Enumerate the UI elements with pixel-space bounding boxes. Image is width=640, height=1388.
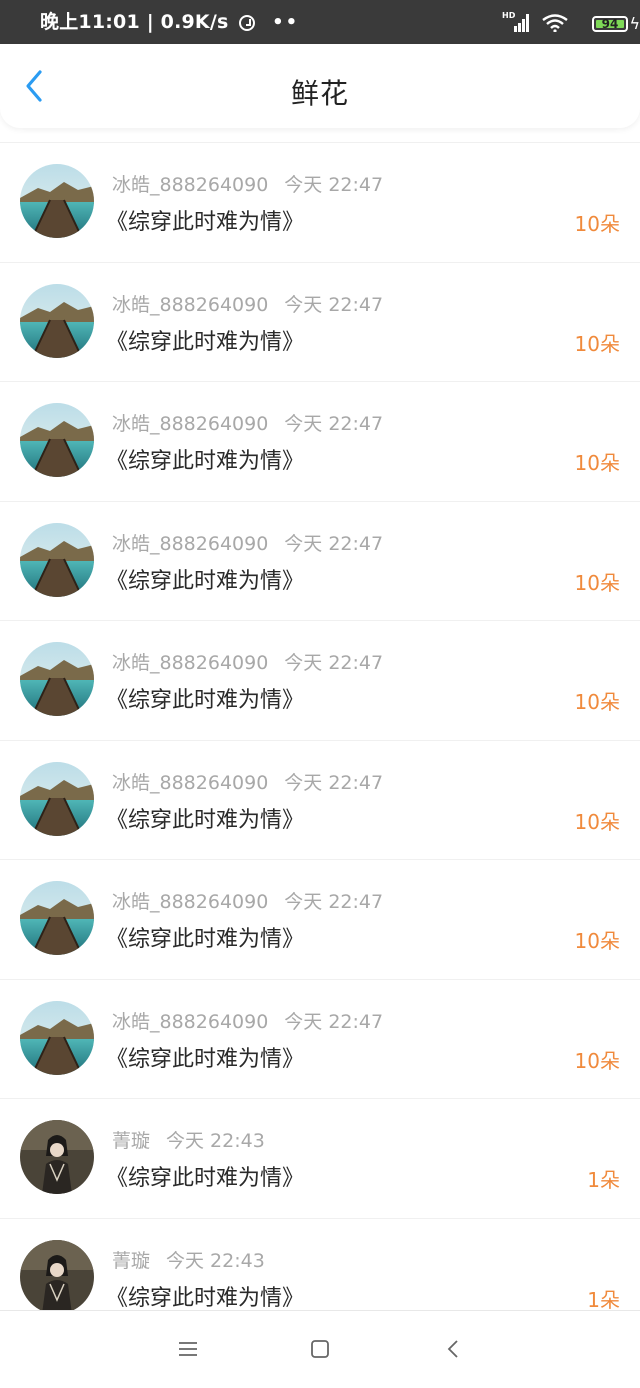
timestamp: 今天 22:47 (284, 1010, 384, 1033)
flower-count: 10朵 (574, 929, 620, 953)
divider (0, 978, 640, 980)
avatar[interactable] (20, 1120, 94, 1194)
divider (0, 620, 640, 621)
book-title[interactable]: 《综穿此时难为情》 (106, 682, 304, 714)
divider (0, 739, 640, 741)
list-item[interactable]: 冰皓_888264090 今天 22:47 《综穿此时难为情》 10朵 (0, 620, 640, 740)
timestamp: 今天 22:47 (284, 771, 384, 794)
home-icon[interactable] (308, 1337, 332, 1361)
timestamp: 今天 22:47 (284, 413, 384, 435)
divider (0, 261, 640, 263)
item-meta: 冰皓_888264090 今天 22:47 (112, 648, 383, 675)
divider (0, 1098, 640, 1099)
book-title[interactable]: 《综穿此时难为情》 (106, 563, 304, 595)
divider (0, 142, 640, 143)
list-item[interactable]: 冰皓_888264090 今天 22:47 《综穿此时难为情》 10朵 (0, 142, 640, 262)
flower-count: 10朵 (574, 809, 620, 834)
flower-count: 10朵 (574, 570, 620, 595)
divider (0, 1217, 640, 1219)
username[interactable]: 冰皓_888264090 (112, 1011, 268, 1033)
list-item[interactable]: 菁璇 今天 22:43 《综穿此时难为情》 1朵 (0, 1217, 640, 1311)
network-label: HD (502, 11, 516, 20)
flower-count: 10朵 (574, 331, 620, 356)
book-title[interactable]: 《综穿此时难为情》 (106, 1160, 304, 1192)
battery-icon: 94 (592, 16, 628, 32)
list-item[interactable]: 冰皓_888264090 今天 22:47 《综穿此时难为情》 10朵 (0, 859, 640, 979)
book-title[interactable]: 《综穿此时难为情》 (106, 1041, 304, 1073)
avatar[interactable] (20, 522, 94, 597)
status-time: 晚上11:01 | 0.9K/s •• (40, 0, 299, 44)
timestamp: 今天 22:47 (284, 174, 384, 196)
username[interactable]: 冰皓_888264090 (112, 533, 268, 555)
username[interactable]: 冰皓_888264090 (112, 891, 268, 913)
charging-icon: ϟ (629, 14, 640, 33)
wifi-icon (542, 14, 568, 32)
timestamp: 今天 22:47 (284, 293, 384, 316)
timestamp: 今天 22:47 (284, 532, 384, 555)
menu-icon[interactable] (176, 1337, 200, 1361)
flower-count: 10朵 (574, 451, 620, 475)
divider (0, 500, 640, 502)
avatar[interactable] (20, 642, 94, 716)
timestamp: 今天 22:43 (166, 1249, 265, 1272)
item-meta: 冰皓_888264090 今天 22:47 (112, 170, 383, 197)
username[interactable]: 菁璇 (112, 1250, 150, 1272)
username[interactable]: 冰皓_888264090 (112, 652, 268, 674)
signal-icon: HD (502, 11, 529, 32)
list-item[interactable]: 菁璇 今天 22:43 《综穿此时难为情》 1朵 (0, 1098, 640, 1218)
username[interactable]: 冰皓_888264090 (112, 174, 268, 196)
item-meta: 冰皓_888264090 今天 22:47 (112, 409, 383, 436)
item-meta: 冰皓_888264090 今天 22:47 (112, 768, 383, 795)
list-item[interactable]: 冰皓_888264090 今天 22:47 《综穿此时难为情》 10朵 (0, 978, 640, 1099)
flower-count: 10朵 (574, 1048, 620, 1073)
avatar[interactable] (20, 1000, 94, 1075)
page-title: 鲜花 (290, 77, 349, 110)
header: 鲜花 (0, 44, 640, 128)
flower-list: 冰皓_888264090 今天 22:47 《综穿此时难为情》 10朵 冰皓_88826… (0, 142, 640, 1310)
list-item[interactable]: 冰皓_888264090 今天 22:47 《综穿此时难为情》 10朵 (0, 500, 640, 621)
username[interactable]: 冰皓_888264090 (112, 772, 268, 794)
status-dots: •• (272, 12, 300, 33)
avatar[interactable] (20, 403, 94, 477)
book-title[interactable]: 《综穿此时难为情》 (106, 802, 304, 834)
item-meta: 冰皓_888264090 今天 22:47 (112, 887, 383, 914)
timestamp: 今天 22:43 (166, 1130, 265, 1152)
avatar[interactable] (20, 1239, 94, 1310)
book-title[interactable]: 《综穿此时难为情》 (106, 443, 304, 475)
timestamp: 今天 22:47 (284, 891, 384, 913)
item-meta: 菁璇 今天 22:43 (112, 1126, 265, 1153)
flower-count: 10朵 (574, 690, 620, 714)
back-nav-icon[interactable] (442, 1337, 466, 1361)
username[interactable]: 冰皓_888264090 (112, 413, 268, 435)
status-bar: 晚上11:01 | 0.9K/s •• HD 94 ϟ (0, 0, 640, 44)
divider (0, 859, 640, 860)
item-meta: 冰皓_888264090 今天 22:47 (112, 1007, 383, 1034)
book-title[interactable]: 《综穿此时难为情》 (106, 324, 304, 356)
book-title[interactable]: 《综穿此时难为情》 (106, 921, 304, 953)
system-nav-bar (0, 1310, 640, 1388)
item-meta: 菁璇 今天 22:43 (112, 1246, 265, 1273)
username[interactable]: 冰皓_888264090 (112, 294, 268, 316)
alarm-icon (239, 15, 256, 31)
flower-count: 10朵 (574, 212, 620, 236)
list-item[interactable]: 冰皓_888264090 今天 22:47 《综穿此时难为情》 10朵 (0, 381, 640, 501)
list-item[interactable]: 冰皓_888264090 今天 22:47 《综穿此时难为情》 10朵 (0, 261, 640, 382)
battery-level: 94 (601, 17, 619, 31)
timestamp: 今天 22:47 (284, 652, 384, 674)
status-time-speed: 晚上11:01 | 0.9K/s (40, 11, 229, 33)
item-meta: 冰皓_888264090 今天 22:47 (112, 529, 383, 556)
list-item[interactable]: 冰皓_888264090 今天 22:47 《综穿此时难为情》 10朵 (0, 739, 640, 860)
username[interactable]: 菁璇 (112, 1130, 150, 1152)
flower-count: 1朵 (587, 1168, 620, 1192)
flower-count: 1朵 (587, 1287, 620, 1311)
avatar[interactable] (20, 761, 94, 836)
avatar[interactable] (20, 164, 94, 238)
divider (0, 381, 640, 382)
item-meta: 冰皓_888264090 今天 22:47 (112, 290, 383, 317)
avatar[interactable] (20, 283, 94, 358)
book-title[interactable]: 《综穿此时难为情》 (106, 1280, 304, 1311)
avatar[interactable] (20, 881, 94, 955)
book-title[interactable]: 《综穿此时难为情》 (106, 204, 304, 236)
